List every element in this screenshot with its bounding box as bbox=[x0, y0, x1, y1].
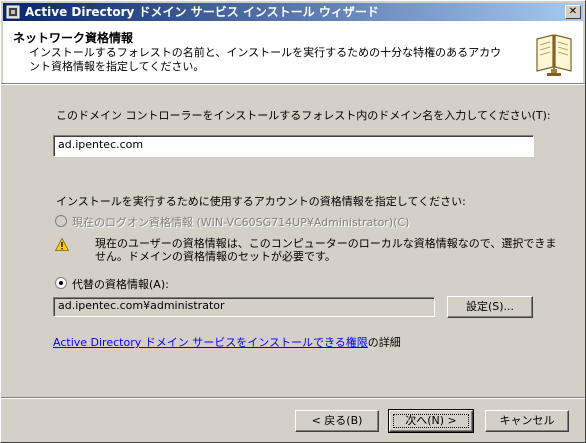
footer-separator bbox=[1, 397, 585, 399]
wizard-app-icon bbox=[6, 5, 20, 19]
close-button[interactable]: ✕ bbox=[565, 5, 581, 19]
page-title: ネットワーク資格情報 bbox=[13, 31, 134, 45]
window-title: Active Directory ドメイン サービス インストール ウィザード bbox=[25, 5, 379, 19]
current-credentials-label: 現在のログオン資格情報 (WIN-VC60SG714UP¥Administrat… bbox=[72, 216, 410, 229]
wizard-header: ネットワーク資格情報 インストールするフォレストの名前と、インストールを実行する… bbox=[3, 21, 583, 83]
permissions-link[interactable]: Active Directory ドメイン サービスをインストールできる権限 bbox=[53, 336, 368, 349]
domain-name-input[interactable]: ad.ipentec.com bbox=[53, 135, 534, 157]
alternate-credentials-radio[interactable] bbox=[55, 277, 67, 289]
warning-message: 現在のユーザーの資格情報は、このコンピューターのローカルな資格情報なので、選択で… bbox=[95, 237, 557, 263]
header-separator bbox=[1, 83, 585, 85]
page-description: インストールするフォレストの名前と、インストールを実行するための十分な特権のある… bbox=[29, 46, 502, 73]
set-credentials-button[interactable]: 設定(S)... bbox=[447, 296, 533, 318]
focus-rectangle bbox=[393, 414, 469, 428]
alternate-credentials-label: 代替の資格情報(A): bbox=[72, 278, 169, 291]
radio-selected-dot bbox=[59, 281, 63, 285]
wizard-window: Active Directory ドメイン サービス インストール ウィザード … bbox=[0, 0, 586, 443]
book-icon bbox=[536, 34, 572, 76]
title-bar: Active Directory ドメイン サービス インストール ウィザード … bbox=[3, 3, 583, 21]
permissions-link-row: Active Directory ドメイン サービスをインストールできる権限の詳… bbox=[53, 334, 401, 350]
domain-name-prompt: このドメイン コントローラーをインストールするフォレスト内のドメイン名を入力して… bbox=[56, 109, 551, 122]
warning-icon bbox=[55, 238, 69, 251]
permissions-link-suffix: の詳細 bbox=[367, 336, 401, 349]
next-button[interactable]: 次へ(N) > bbox=[388, 409, 474, 433]
current-credentials-radio[interactable] bbox=[55, 215, 67, 227]
cancel-button[interactable]: キャンセル bbox=[485, 410, 569, 432]
back-button[interactable]: < 戻る(B) bbox=[295, 410, 379, 432]
alternate-credentials-value: ad.ipentec.com¥administrator bbox=[53, 297, 435, 317]
credentials-prompt: インストールを実行するために使用するアカウントの資格情報を指定してください: bbox=[56, 195, 466, 208]
